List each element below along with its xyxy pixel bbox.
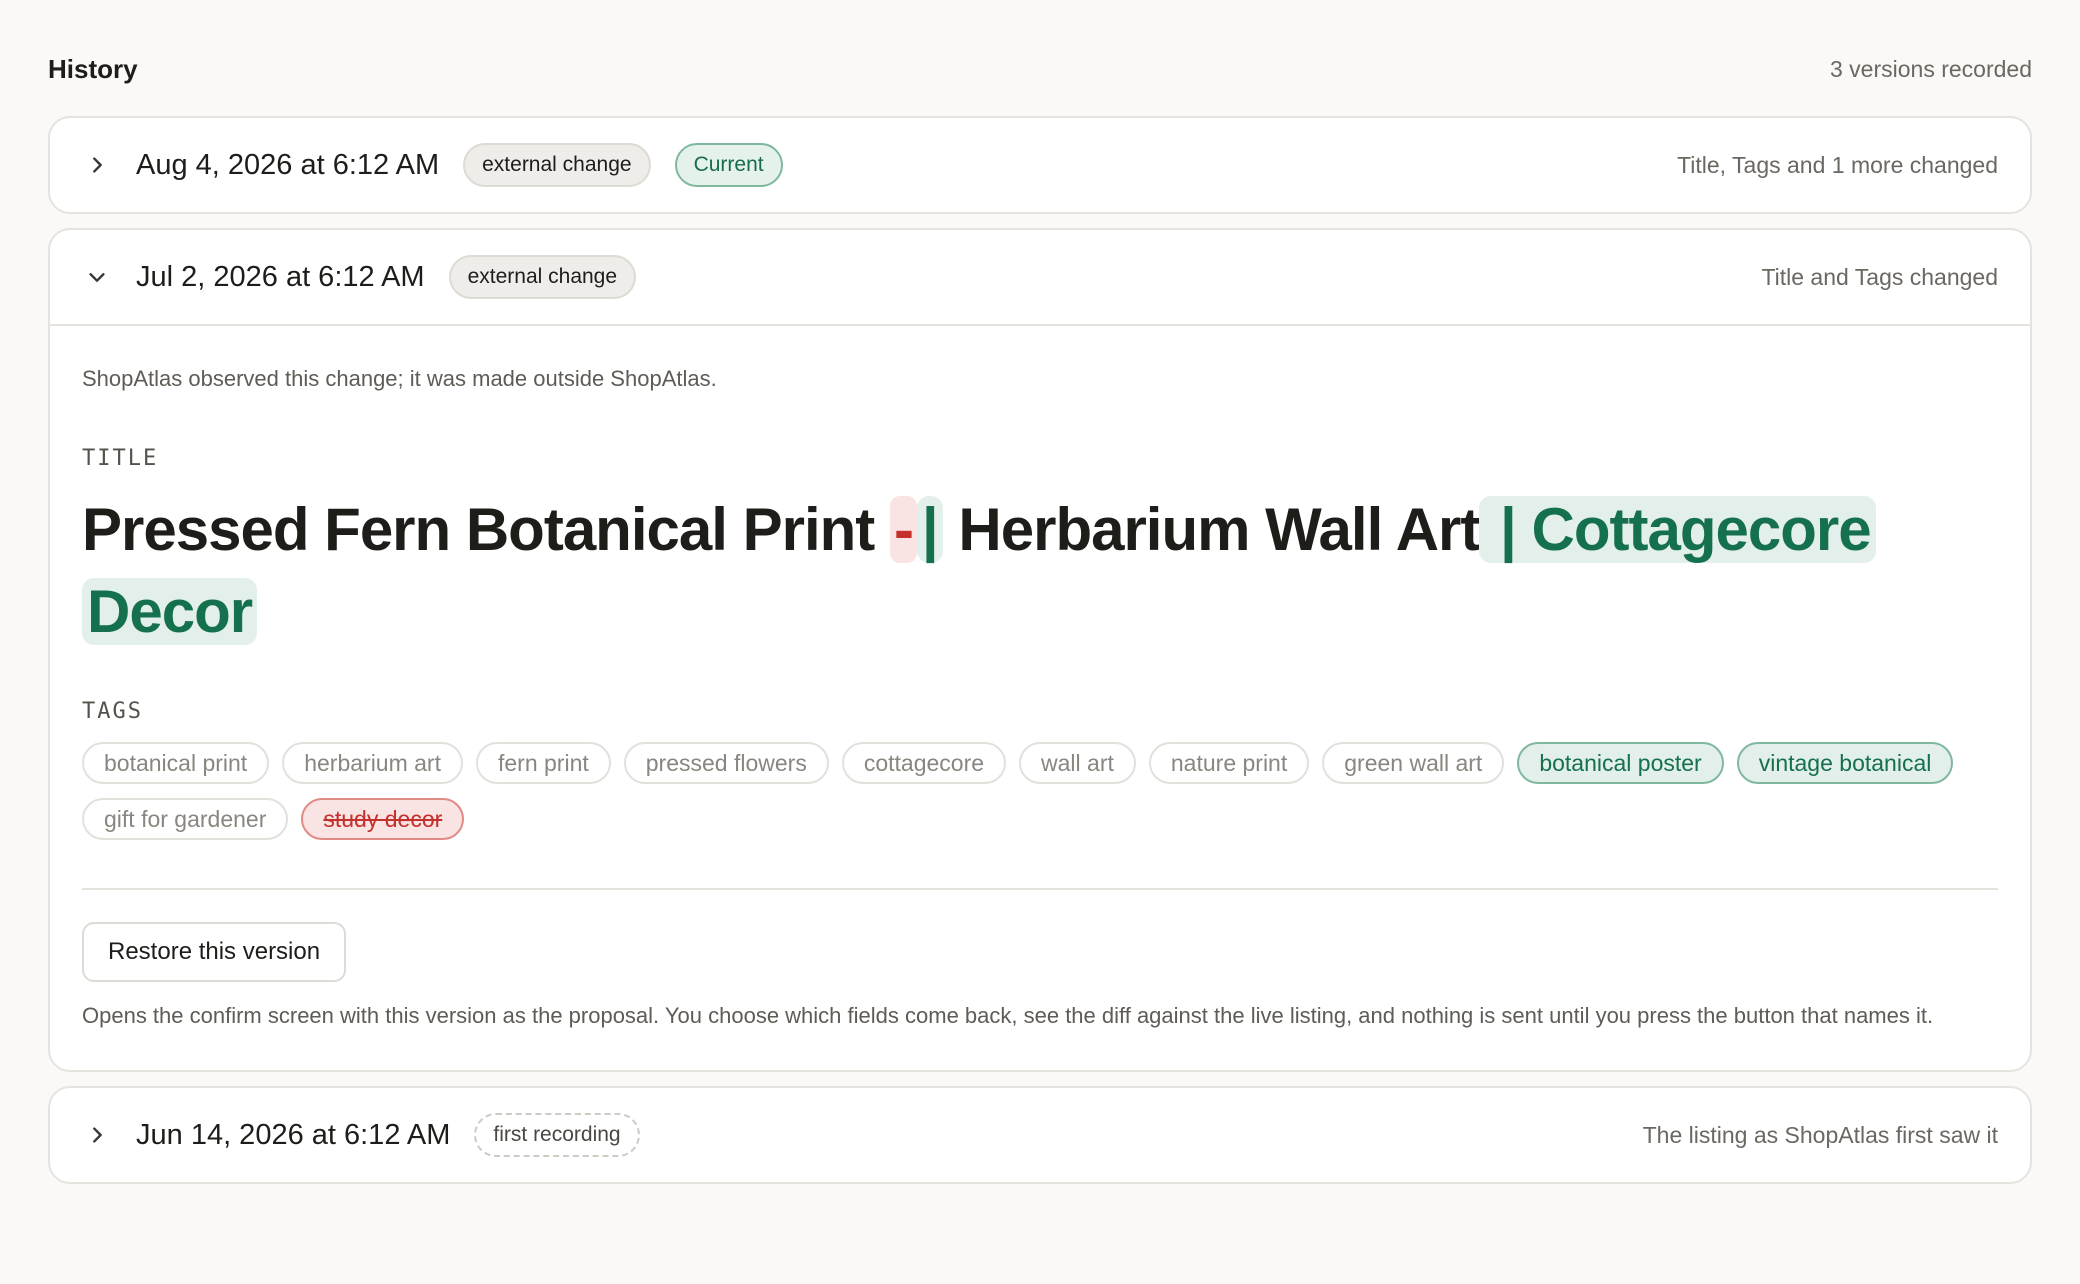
- tags-field-label: TAGS: [82, 699, 143, 724]
- title-added-text: |: [916, 496, 943, 563]
- history-header: History 3 versions recorded: [48, 34, 2032, 102]
- current-badge: Current: [674, 143, 783, 187]
- chevron-right-icon[interactable]: [84, 152, 110, 178]
- tag-chip: nature print: [1148, 742, 1310, 784]
- title-added-text: Decor: [82, 578, 258, 645]
- history-page: History 3 versions recorded Aug 4, 2026 …: [0, 34, 2080, 1284]
- version-header[interactable]: Jul 2, 2026 at 6:12 AM external change T…: [50, 230, 2030, 324]
- version-header[interactable]: Jun 14, 2026 at 6:12 AM first recording …: [50, 1088, 2030, 1182]
- tag-chip: botanical print: [82, 742, 270, 784]
- tag-chip-removed: study decor: [301, 798, 465, 840]
- version-card-jul-2: Jul 2, 2026 at 6:12 AM external change T…: [48, 228, 2032, 1072]
- version-date: Aug 4, 2026 at 6:12 AM: [136, 148, 440, 181]
- tag-chip: fern print: [475, 742, 611, 784]
- chevron-down-icon[interactable]: [84, 264, 110, 290]
- version-header[interactable]: Aug 4, 2026 at 6:12 AM external change C…: [50, 118, 2030, 212]
- tag-chip-added: vintage botanical: [1736, 742, 1954, 784]
- version-date: Jul 2, 2026 at 6:12 AM: [136, 260, 425, 293]
- tag-chip: wall art: [1019, 742, 1136, 784]
- change-summary: The listing as ShopAtlas first saw it: [1642, 1121, 1998, 1148]
- title-unchanged-text: Herbarium Wall Art: [942, 496, 1480, 563]
- title-field-label: TITLE: [82, 446, 159, 471]
- first-recording-badge: first recording: [474, 1113, 640, 1157]
- version-details: ShopAtlas observed this change; it was m…: [50, 324, 2030, 1070]
- observed-note: ShopAtlas observed this change; it was m…: [82, 366, 717, 391]
- change-summary: Title, Tags and 1 more changed: [1677, 151, 1998, 178]
- restore-version-button[interactable]: Restore this version: [82, 922, 347, 982]
- restore-help-text: Opens the confirm screen with this versi…: [82, 1003, 1934, 1028]
- tag-chip-added: botanical poster: [1517, 742, 1724, 784]
- change-summary: Title and Tags changed: [1761, 263, 1998, 290]
- external-change-badge: external change: [463, 143, 651, 187]
- title-unchanged-text: Pressed Fern Botanical Print: [82, 496, 890, 563]
- title-diff: Pressed Fern Botanical Print - | Herbariu…: [82, 489, 1998, 653]
- tag-chip: green wall art: [1322, 742, 1505, 784]
- title-added-text: | Cottagecore: [1479, 496, 1876, 563]
- tag-chip: gift for gardener: [82, 798, 289, 840]
- chevron-right-icon[interactable]: [84, 1122, 110, 1148]
- version-card-aug-4: Aug 4, 2026 at 6:12 AM external change C…: [48, 116, 2032, 214]
- version-date: Jun 14, 2026 at 6:12 AM: [136, 1118, 451, 1151]
- tag-chip: herbarium art: [282, 742, 463, 784]
- tag-chip: cottagecore: [841, 742, 1007, 784]
- tags-list: botanical print herbarium art fern print…: [82, 742, 1998, 840]
- tag-chip: pressed flowers: [623, 742, 829, 784]
- version-count: 3 versions recorded: [1830, 55, 2032, 82]
- history-title: History: [48, 53, 138, 84]
- divider: [82, 888, 1998, 890]
- title-removed-text: -: [889, 496, 917, 563]
- external-change-badge: external change: [448, 255, 637, 299]
- version-card-jun-14: Jun 14, 2026 at 6:12 AM first recording …: [48, 1086, 2032, 1184]
